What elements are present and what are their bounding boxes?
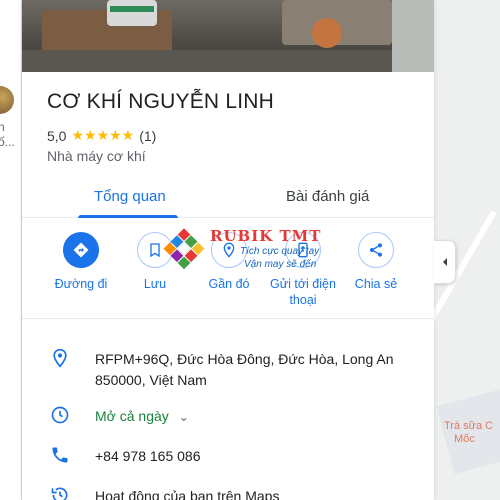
bookmark-icon (137, 232, 173, 268)
send-to-phone-label: Gửi tới điện thoại (270, 277, 336, 307)
send-to-phone-icon (285, 232, 321, 268)
address-text: RFPM+96Q, Đức Hòa Đông, Đức Hòa, Long An… (95, 351, 394, 388)
place-details-panel: CƠ KHÍ NGUYỄN LINH 5,0 ★★★★★ (1) Nhà máy… (22, 0, 434, 500)
directions-label: Đường đi (54, 277, 108, 291)
collapse-panel-button[interactable] (434, 240, 456, 284)
nearby-icon (211, 232, 247, 268)
save-label: Lưu (143, 277, 167, 291)
results-list-strip[interactable]: n ố... (0, 0, 22, 500)
result-text-fragment: ố... (0, 135, 15, 149)
share-label: Chia sẻ (354, 277, 398, 291)
share-button[interactable]: Chia sẻ (336, 232, 416, 292)
save-button[interactable]: Lưu (115, 232, 195, 292)
section-divider (22, 318, 434, 319)
nearby-label: Gần đó (208, 277, 250, 291)
place-photo[interactable] (22, 0, 434, 72)
result-text-fragment: n (0, 120, 5, 134)
result-thumbnail[interactable] (0, 86, 14, 114)
action-buttons: Đường đi Lưu Gần đó Gửi tới điện thoại C… (22, 232, 434, 312)
activity-text: Hoạt động của bạn trên Maps (95, 488, 280, 500)
tab-overview[interactable]: Tổng quan (94, 188, 166, 205)
photo-tank (107, 0, 157, 26)
clock-icon (48, 403, 72, 427)
chevron-down-icon[interactable]: ⌄ (179, 407, 189, 428)
hours-status: Mở cả ngày ⌄ (95, 406, 415, 428)
rating-value: 5,0 (47, 127, 67, 144)
history-icon (48, 483, 72, 500)
location-pin-icon (48, 346, 72, 370)
place-category[interactable]: Nhà máy cơ khí (47, 148, 146, 164)
photo-floor (22, 50, 434, 72)
review-count[interactable]: (1) (139, 128, 156, 144)
rating-row[interactable]: 5,0 ★★★★★ (1) (47, 127, 156, 144)
nearby-button[interactable]: Gần đó (189, 232, 269, 292)
place-title: CƠ KHÍ NGUYỄN LINH (47, 90, 274, 113)
map-place-label[interactable]: Trà sữa C Mốc (444, 420, 493, 446)
phone-number: +84 978 165 086 (95, 448, 201, 464)
send-to-phone-button[interactable]: Gửi tới điện thoại (263, 232, 343, 308)
photo-band (110, 6, 154, 12)
chevron-left-icon (442, 258, 447, 266)
directions-icon (63, 232, 99, 268)
star-rating-icon: ★★★★★ (71, 127, 135, 143)
phone-icon (48, 443, 72, 467)
photo-window (392, 0, 434, 72)
share-icon (358, 232, 394, 268)
photo-gear (312, 18, 342, 48)
directions-button[interactable]: Đường đi (41, 232, 121, 292)
tab-reviews[interactable]: Bài đánh giá (286, 188, 369, 205)
tab-bar: Tổng quan Bài đánh giá (22, 180, 434, 218)
active-tab-indicator (78, 215, 178, 218)
